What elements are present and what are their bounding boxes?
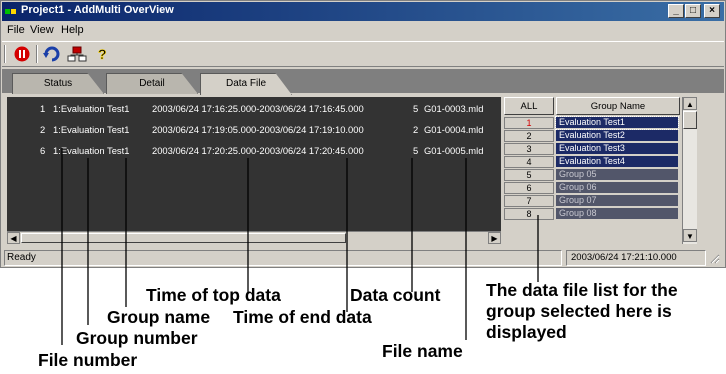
refresh-button[interactable] xyxy=(41,44,63,64)
group-name-cell[interactable]: Evaluation Test3 xyxy=(556,143,678,155)
vertical-scrollbar[interactable]: ▲ ▼ xyxy=(682,97,697,244)
time-range: 2003/06/24 17:16:25.000-2003/06/24 17:16… xyxy=(152,103,364,114)
menu-bar: File View Help xyxy=(2,22,724,40)
annotation-group-selected: The data file list for the group selecte… xyxy=(486,280,678,342)
close-button[interactable]: × xyxy=(704,4,720,18)
data-count: 5 xyxy=(413,145,419,156)
all-groups-button[interactable]: ALL xyxy=(504,97,554,115)
annotation-file-number: File number xyxy=(38,350,138,370)
group-name-cell[interactable]: Group 07 xyxy=(556,195,678,207)
horizontal-scroll-thumb[interactable] xyxy=(21,233,346,243)
toolbar-grip xyxy=(4,45,6,63)
toolbar: ? xyxy=(2,41,724,67)
annotation-time-of-top-data: Time of top data xyxy=(146,285,281,305)
tab-strip: Status Detail Data File xyxy=(2,69,724,95)
annotation-file-name: File name xyxy=(382,341,463,361)
vertical-scroll-thumb[interactable] xyxy=(683,111,697,129)
refresh-icon xyxy=(43,46,60,62)
file-name: G01-0005.mld xyxy=(424,145,484,156)
scroll-right-arrow[interactable]: ▶ xyxy=(488,232,501,244)
file-row[interactable]: 6 1:Evaluation Test1 2003/06/24 17:20:25… xyxy=(7,145,483,159)
tab-detail[interactable]: Detail xyxy=(106,73,198,94)
file-name: G01-0004.mld xyxy=(424,124,484,135)
tab-status[interactable]: Status xyxy=(12,73,104,94)
data-count: 2 xyxy=(413,124,419,135)
tab-data-file[interactable]: Data File xyxy=(200,73,292,95)
group-number-name: 1:Evaluation Test1 xyxy=(53,103,130,114)
group-number-name: 1:Evaluation Test1 xyxy=(53,145,130,156)
network-button[interactable] xyxy=(66,44,88,64)
stop-button[interactable] xyxy=(11,44,33,64)
file-number: 2 xyxy=(40,124,46,135)
time-range: 2003/06/24 17:19:05.000-2003/06/24 17:19… xyxy=(152,124,364,135)
group-number-name: 1:Evaluation Test1 xyxy=(53,124,130,135)
scroll-down-arrow[interactable]: ▼ xyxy=(683,229,697,242)
toolbar-separator xyxy=(36,45,38,63)
group-name-header: Group Name xyxy=(556,97,680,115)
maximize-button[interactable]: □ xyxy=(685,4,701,18)
file-row[interactable]: 2 1:Evaluation Test1 2003/06/24 17:19:05… xyxy=(7,124,483,138)
window-title: Project1 - AddMulti OverView xyxy=(21,4,174,16)
group-name-cell[interactable]: Group 05 xyxy=(556,169,678,181)
app-window: Project1 - AddMulti OverView _ □ × File … xyxy=(0,0,726,268)
time-range: 2003/06/24 17:20:25.000-2003/06/24 17:20… xyxy=(152,145,364,156)
annotation-time-of-end-data: Time of end data xyxy=(233,307,372,327)
menu-file[interactable]: File xyxy=(7,24,25,36)
svg-text:?: ? xyxy=(98,46,107,62)
group-number-cell[interactable]: 8 xyxy=(504,208,554,220)
horizontal-scrollbar[interactable]: ◀ ▶ xyxy=(7,231,501,244)
group-name-cell[interactable]: Evaluation Test2 xyxy=(556,130,678,142)
help-button[interactable]: ? xyxy=(91,44,113,64)
group-number-cell[interactable]: 4 xyxy=(504,156,554,168)
scroll-up-arrow[interactable]: ▲ xyxy=(683,97,697,110)
group-number-cell[interactable]: 6 xyxy=(504,182,554,194)
file-number: 6 xyxy=(40,145,46,156)
group-name-cell[interactable]: Group 08 xyxy=(556,208,678,220)
menu-help[interactable]: Help xyxy=(61,24,84,36)
annotation-group-number: Group number xyxy=(76,328,198,348)
status-timestamp: 2003/06/24 17:21:10.000 xyxy=(566,250,706,266)
network-icon xyxy=(67,46,87,62)
title-bar[interactable]: Project1 - AddMulti OverView _ □ × xyxy=(2,2,724,21)
group-number-cell[interactable]: 2 xyxy=(504,130,554,142)
group-name-cell[interactable]: Group 06 xyxy=(556,182,678,194)
group-number-cell[interactable]: 5 xyxy=(504,169,554,181)
data-file-list[interactable]: 1 1:Evaluation Test1 2003/06/24 17:16:25… xyxy=(7,97,501,232)
menu-view[interactable]: View xyxy=(30,24,54,36)
help-icon: ? xyxy=(98,46,107,63)
resize-grip-icon[interactable] xyxy=(708,252,720,264)
data-count: 5 xyxy=(413,103,419,114)
group-name-cell[interactable]: Evaluation Test4 xyxy=(556,156,678,168)
data-file-panel: 1 1:Evaluation Test1 2003/06/24 17:16:25… xyxy=(4,94,721,244)
group-panel: ALL Group Name 1 Evaluation Test1 2 Evaluat… xyxy=(504,97,700,244)
group-number-cell[interactable]: 3 xyxy=(504,143,554,155)
scroll-left-arrow[interactable]: ◀ xyxy=(7,232,20,244)
status-bar: Ready 2003/06/24 17:21:10.000 xyxy=(2,248,724,267)
group-number-cell[interactable]: 1 xyxy=(504,117,554,129)
file-number: 1 xyxy=(40,103,46,114)
stop-icon xyxy=(14,46,30,62)
file-row[interactable]: 1 1:Evaluation Test1 2003/06/24 17:16:25… xyxy=(7,103,483,117)
app-icon xyxy=(5,6,18,17)
group-number-cell[interactable]: 7 xyxy=(504,195,554,207)
file-name: G01-0003.mld xyxy=(424,103,484,114)
annotation-group-name: Group name xyxy=(107,307,211,327)
group-name-cell[interactable]: Evaluation Test1 xyxy=(555,116,679,130)
status-text: Ready xyxy=(4,250,562,266)
annotation-data-count: Data count xyxy=(350,285,441,305)
minimize-button[interactable]: _ xyxy=(668,4,684,18)
